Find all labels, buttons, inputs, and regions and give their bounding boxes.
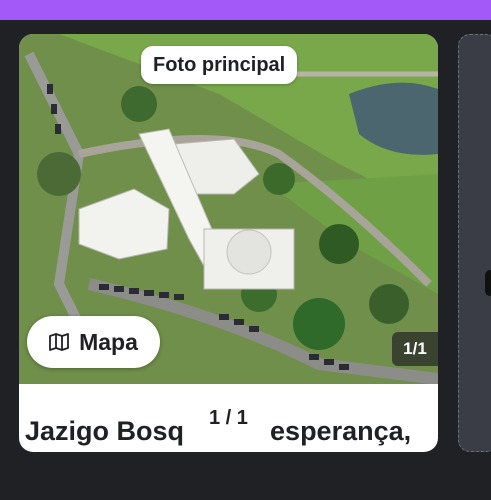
place-title-start: Jazigo Bosq [25,416,185,446]
place-card[interactable]: Foto principal Mapa 1/1 Jazigo Bosq esper… [19,34,438,452]
photo-counter-badge: 1/1 [392,332,438,366]
map-icon [49,333,69,351]
place-title-end: esperança, [270,416,412,446]
page-indicator: 1 / 1 [205,407,252,430]
main-photo-label-text: Foto principal [153,53,286,76]
photo-counter-text: 1/1 [403,339,427,358]
top-accent-bar [0,0,491,20]
next-card-marker [485,270,491,296]
next-card-peek[interactable] [458,34,491,452]
map-button-label: Mapa [79,328,138,355]
map-button[interactable]: Mapa [27,316,160,368]
main-photo-label: Foto principal [141,46,298,84]
